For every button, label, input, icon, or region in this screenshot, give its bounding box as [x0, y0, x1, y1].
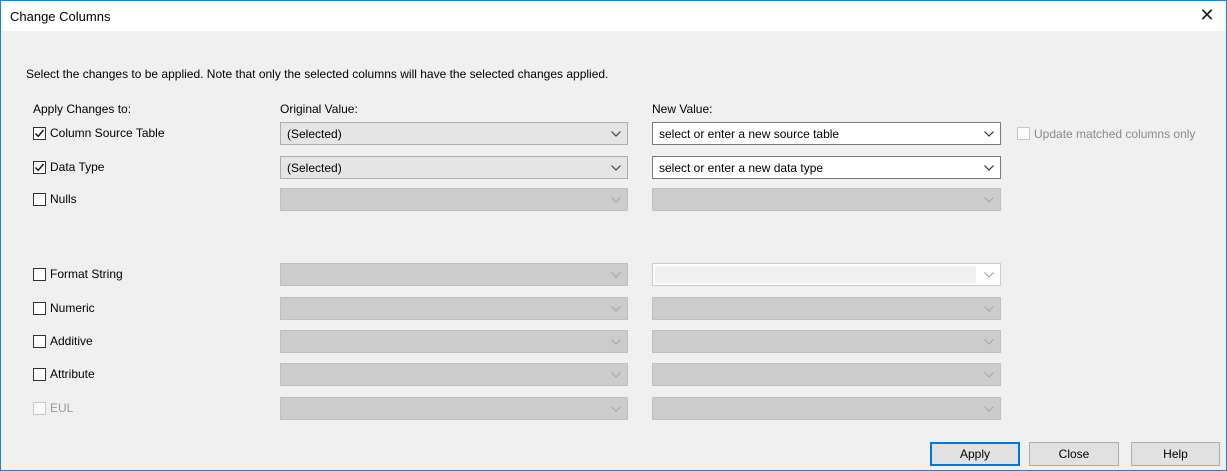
chevron-down-icon — [611, 406, 621, 412]
original-format-string-select — [280, 263, 628, 286]
eul-checkbox — [33, 402, 46, 415]
original-value: (Selected) — [287, 161, 342, 175]
update-matched-checkbox — [1017, 127, 1030, 140]
chevron-down-icon — [984, 272, 994, 278]
chevron-down-icon — [984, 197, 994, 203]
numeric-checkbox[interactable] — [33, 302, 46, 315]
row-numeric: Numeric — [1, 297, 1226, 323]
row-eul: EUL — [1, 397, 1226, 423]
chevron-down-icon — [984, 306, 994, 312]
chevron-down-icon — [984, 339, 994, 345]
additive-checkbox[interactable] — [33, 335, 46, 348]
checkmark-icon — [34, 163, 45, 172]
new-nulls-select — [652, 188, 1001, 211]
data-type-checkbox[interactable] — [33, 161, 46, 174]
chevron-down-icon — [611, 272, 621, 278]
new-value-header: New Value: — [652, 102, 713, 116]
format-string-label: Format String — [50, 267, 123, 281]
apply-button[interactable]: Apply — [930, 442, 1020, 466]
original-attribute-select — [280, 363, 628, 386]
new-eul-select — [652, 397, 1001, 420]
row-data-type: Data Type (Selected) select or enter a n… — [1, 156, 1226, 182]
chevron-down-icon — [984, 372, 994, 378]
original-value-header: Original Value: — [280, 102, 358, 116]
format-string-checkbox[interactable] — [33, 268, 46, 281]
new-source-table-combobox[interactable]: select or enter a new source table — [652, 122, 1001, 145]
chevron-down-icon[interactable] — [983, 162, 995, 174]
new-format-string-combobox — [652, 263, 1001, 286]
new-numeric-select — [652, 297, 1001, 320]
chevron-down-icon — [611, 339, 621, 345]
eul-label: EUL — [50, 401, 74, 415]
chevron-down-icon — [611, 372, 621, 378]
chevron-down-icon — [611, 131, 621, 137]
update-matched-label: Update matched columns only — [1034, 127, 1196, 141]
row-nulls: Nulls — [1, 188, 1226, 214]
original-data-type-select[interactable]: (Selected) — [280, 156, 628, 179]
original-nulls-select — [280, 188, 628, 211]
row-additive: Additive — [1, 330, 1226, 356]
close-icon[interactable]: ✕ — [1198, 5, 1216, 25]
new-source-table-placeholder: select or enter a new source table — [659, 127, 840, 141]
row-attribute: Attribute — [1, 363, 1226, 389]
row-format-string: Format String — [1, 263, 1226, 289]
original-numeric-select — [280, 297, 628, 320]
apply-changes-header: Apply Changes to: — [33, 102, 132, 116]
new-data-type-combobox[interactable]: select or enter a new data type — [652, 156, 1001, 179]
numeric-label: Numeric — [50, 301, 95, 315]
column-source-table-checkbox[interactable] — [33, 127, 46, 140]
nulls-label: Nulls — [50, 192, 77, 206]
chevron-down-icon[interactable] — [983, 128, 995, 140]
chevron-down-icon — [984, 406, 994, 412]
additive-label: Additive — [50, 334, 93, 348]
new-additive-select — [652, 330, 1001, 353]
chevron-down-icon — [611, 197, 621, 203]
close-button[interactable]: Close — [1029, 442, 1119, 466]
original-eul-select — [280, 397, 628, 420]
combobox-edit-area — [655, 266, 976, 283]
original-additive-select — [280, 330, 628, 353]
original-column-source-table-select[interactable]: (Selected) — [280, 122, 628, 145]
chevron-down-icon — [611, 165, 621, 171]
data-type-label: Data Type — [50, 160, 105, 174]
new-data-type-placeholder: select or enter a new data type — [659, 161, 824, 175]
window-title: Change Columns — [10, 9, 111, 24]
column-source-table-label: Column Source Table — [50, 126, 165, 140]
change-columns-dialog: Change Columns ✕ Select the changes to b… — [0, 0, 1227, 471]
checkmark-icon — [34, 129, 45, 138]
chevron-down-icon — [611, 306, 621, 312]
attribute-checkbox[interactable] — [33, 368, 46, 381]
title-bar: Change Columns ✕ — [1, 1, 1226, 31]
nulls-checkbox[interactable] — [33, 193, 46, 206]
attribute-label: Attribute — [50, 367, 95, 381]
help-button[interactable]: Help — [1131, 442, 1220, 466]
original-value: (Selected) — [287, 127, 342, 141]
instructions-text: Select the changes to be applied. Note t… — [26, 67, 609, 81]
new-attribute-select — [652, 363, 1001, 386]
